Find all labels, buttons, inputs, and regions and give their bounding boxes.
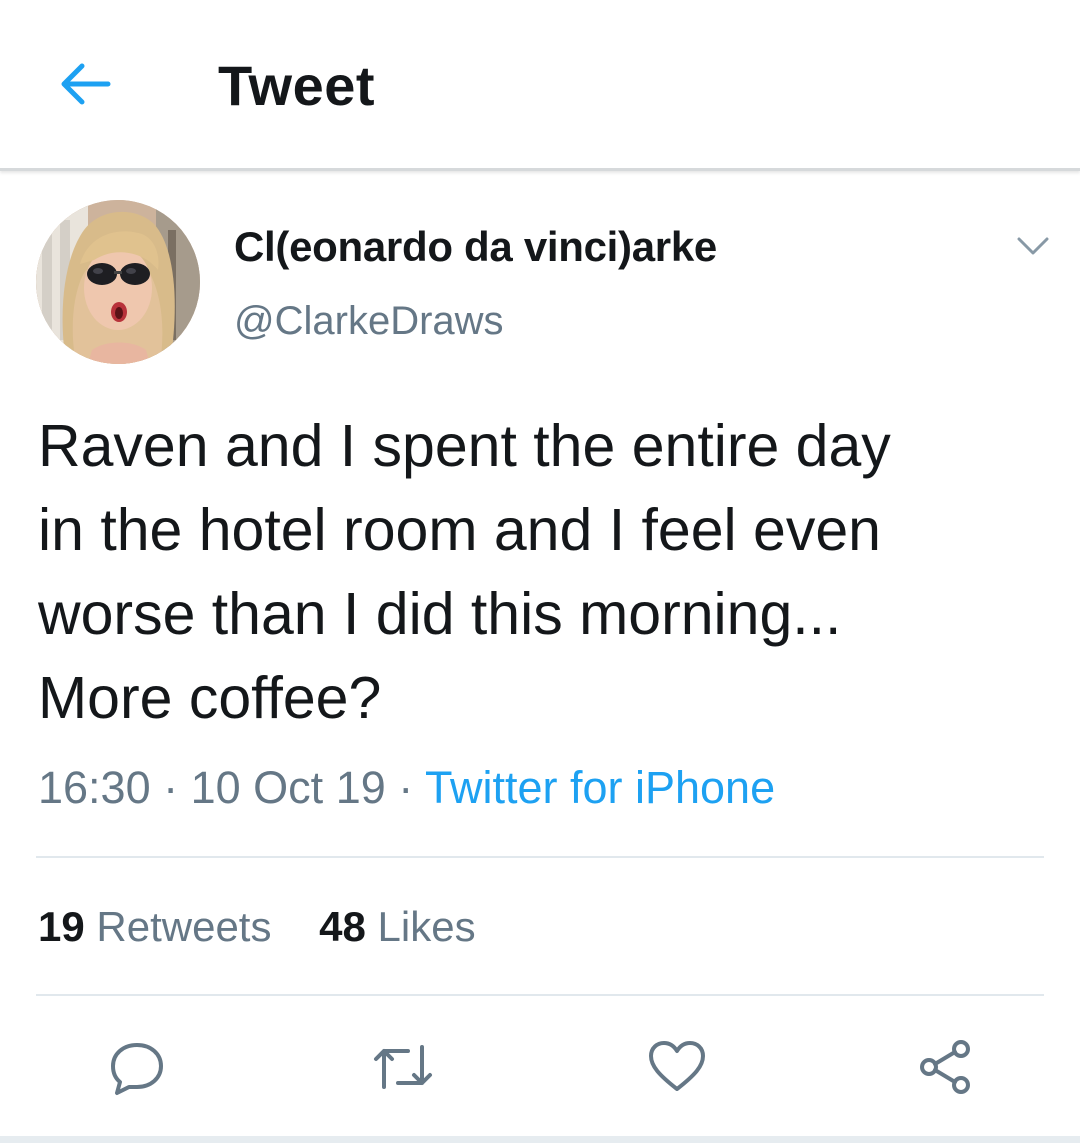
retweets-count: 19 bbox=[38, 903, 85, 950]
retweets-stat[interactable]: 19 Retweets bbox=[38, 900, 271, 954]
heart-icon bbox=[649, 1041, 705, 1091]
retweets-label: Retweets bbox=[96, 903, 272, 950]
tweet-detail-screen: Tweet Cl(eonardo da vinci)arke @ClarkeDr… bbox=[0, 0, 1080, 1143]
reply-button[interactable] bbox=[104, 1034, 170, 1100]
arrow-left-icon bbox=[61, 63, 111, 105]
page-title: Tweet bbox=[218, 54, 376, 117]
author-display-name[interactable]: Cl(eonardo da vinci)arke bbox=[234, 222, 717, 272]
tweet-meta: 16:30 · 10 Oct 19 · Twitter for iPhone bbox=[38, 760, 775, 816]
tweet-text: Raven and I spent the entire day in the … bbox=[38, 413, 891, 731]
chevron-down-icon bbox=[1017, 237, 1049, 255]
tweet-menu-button[interactable] bbox=[1010, 226, 1056, 266]
likes-count: 48 bbox=[319, 903, 366, 950]
top-app-bar: Tweet bbox=[0, 0, 1080, 171]
divider bbox=[36, 994, 1044, 996]
likes-stat[interactable]: 48 Likes bbox=[319, 900, 475, 954]
share-button[interactable] bbox=[912, 1034, 978, 1100]
avatar[interactable] bbox=[36, 200, 200, 364]
tweet-source-link[interactable]: Twitter for iPhone bbox=[425, 762, 775, 813]
retweet-button[interactable] bbox=[370, 1034, 436, 1100]
tweet-time: 16:30 bbox=[38, 762, 151, 813]
tweet-date: 10 Oct 19 bbox=[190, 762, 386, 813]
retweet-icon bbox=[374, 1045, 432, 1089]
tweet-stats: 19 Retweets 48 Likes bbox=[38, 900, 512, 954]
avatar-image bbox=[36, 200, 200, 364]
divider bbox=[36, 856, 1044, 858]
likes-label: Likes bbox=[377, 903, 476, 950]
reply-icon bbox=[111, 1043, 163, 1095]
meta-separator: · bbox=[150, 762, 191, 813]
bottom-separator bbox=[0, 1136, 1080, 1143]
author-handle[interactable]: @ClarkeDraws bbox=[234, 296, 504, 346]
meta-separator: · bbox=[385, 762, 425, 813]
back-button[interactable] bbox=[50, 52, 118, 116]
like-button[interactable] bbox=[644, 1034, 710, 1100]
share-icon bbox=[920, 1040, 970, 1094]
